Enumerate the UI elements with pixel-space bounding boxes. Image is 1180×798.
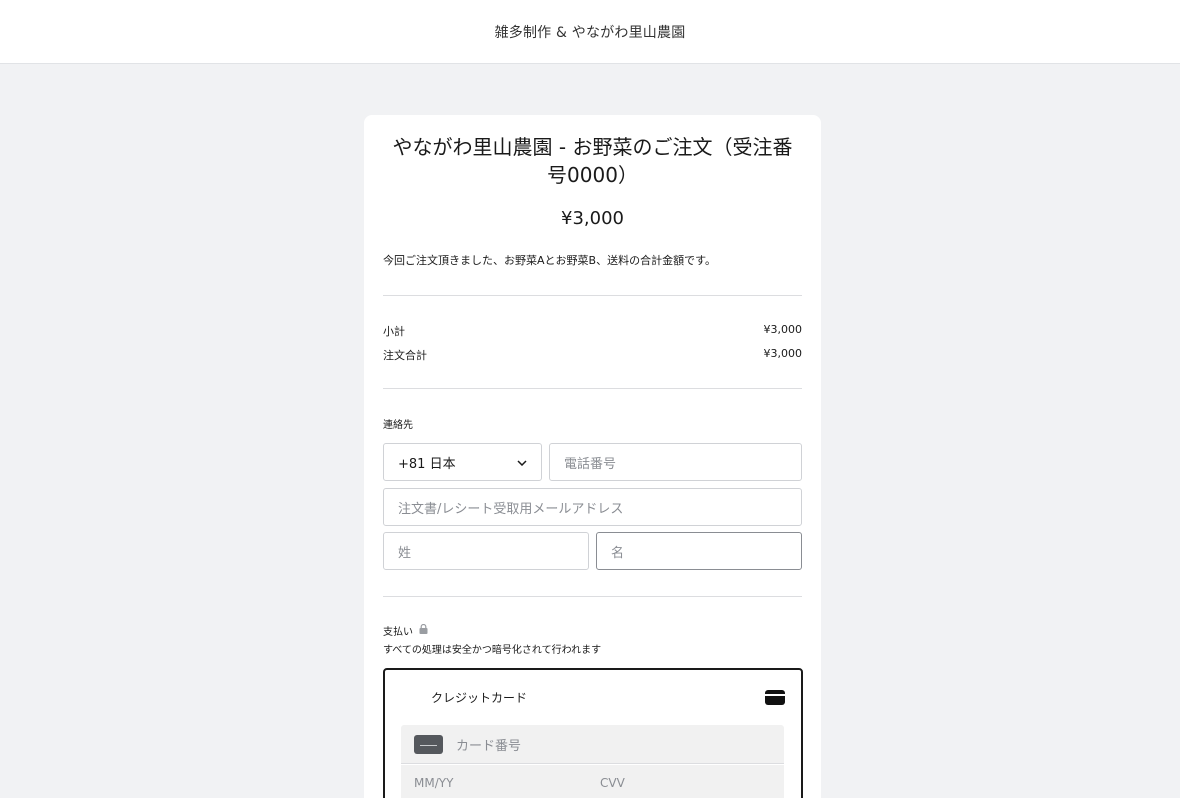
country-code-select[interactable]: +81 日本	[383, 443, 542, 481]
lock-icon	[419, 623, 428, 637]
email-input[interactable]: 注文書/レシート受取用メールアドレス	[383, 488, 802, 526]
card-brand-icon	[414, 734, 443, 754]
top-bar: 雑多制作 & やながわ里山農園	[0, 0, 1180, 64]
divider	[383, 388, 802, 389]
credit-card-icon	[765, 690, 785, 705]
total-row: 注文合計 ¥3,000	[383, 347, 802, 363]
contact-label: 連絡先	[383, 420, 413, 431]
first-name-placeholder: 名	[611, 545, 625, 561]
chevron-down-icon	[517, 455, 527, 470]
total-value: ¥3,000	[763, 347, 803, 360]
subtotal-value: ¥3,000	[763, 323, 803, 336]
card-details-row: MM/YY CVV	[401, 765, 784, 798]
expiry-input[interactable]: MM/YY	[414, 776, 453, 790]
cvv-input[interactable]: CVV	[600, 776, 625, 790]
phone-input[interactable]: 電話番号	[549, 443, 802, 481]
order-price: ¥3,000	[561, 208, 624, 229]
card-number-placeholder: カード番号	[456, 738, 522, 754]
order-description: 今回ご注文頂きました、お野菜Aとお野菜B、送料の合計金額です。	[383, 254, 716, 267]
contact-section-label: 連絡先	[383, 416, 413, 431]
first-name-input[interactable]: 名	[596, 532, 802, 570]
brand-title: 雑多制作 & やながわ里山農園	[494, 24, 686, 41]
total-label: 注文合計	[383, 349, 427, 362]
email-placeholder: 注文書/レシート受取用メールアドレス	[398, 501, 624, 517]
payment-label: 支払い	[383, 627, 413, 638]
subtotal-label: 小計	[383, 325, 405, 338]
divider	[383, 295, 802, 296]
payment-section-label: 支払い	[383, 623, 428, 638]
order-title: やながわ里山農園 - お野菜のご注文（受注番号0000）	[392, 135, 793, 187]
payment-method-label: クレジットカード	[431, 691, 528, 705]
last-name-input[interactable]: 姓	[383, 532, 589, 570]
divider	[383, 596, 802, 597]
country-code-value: +81 日本	[398, 456, 456, 472]
subtotal-row: 小計 ¥3,000	[383, 323, 802, 339]
card-number-input[interactable]: カード番号	[401, 725, 784, 764]
phone-placeholder: 電話番号	[564, 456, 617, 472]
last-name-placeholder: 姓	[398, 545, 412, 561]
secure-note: すべての処理は安全かつ暗号化されて行われます	[383, 645, 602, 656]
